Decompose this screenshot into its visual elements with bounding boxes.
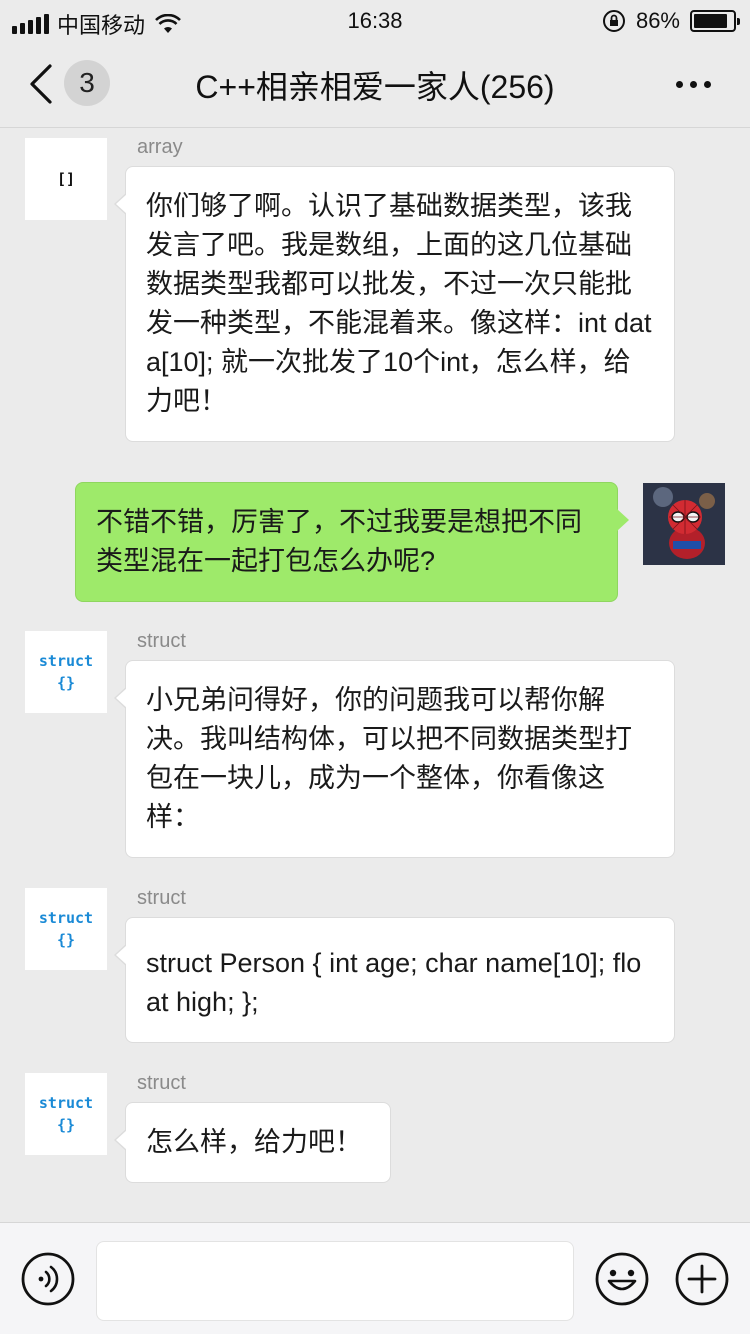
sender-name: array: [137, 136, 183, 158]
more-icon[interactable]: [676, 70, 716, 98]
status-right: 86%: [602, 8, 740, 34]
plus-icon[interactable]: [674, 1251, 730, 1307]
avatar-text: struct{}: [38, 652, 94, 692]
more-dot: [676, 80, 683, 88]
message-bubble[interactable]: 怎么样，给力吧！: [114, 1102, 391, 1183]
emoji-icon[interactable]: [594, 1251, 650, 1307]
battery-percent: 86%: [635, 8, 680, 33]
voice-icon[interactable]: [20, 1251, 76, 1307]
spiderman-avatar[interactable]: [643, 483, 725, 565]
sender-name: struct: [137, 1072, 186, 1094]
more-dot: [704, 80, 711, 88]
battery-fill: [694, 14, 727, 28]
sender-name: struct: [137, 887, 186, 909]
rotation-lock-icon: [602, 10, 625, 32]
avatar-struct[interactable]: struct{}: [25, 631, 107, 713]
avatar-text: []: [56, 170, 76, 188]
more-dot: [690, 80, 697, 88]
message-input[interactable]: [96, 1241, 574, 1321]
avatar-struct[interactable]: struct{}: [25, 1073, 107, 1155]
message-bubble[interactable]: struct Person { int age; char name[10]; …: [114, 917, 675, 1043]
avatar-struct[interactable]: struct{}: [25, 888, 107, 970]
sender-name: struct: [137, 630, 186, 652]
message-bubble-self[interactable]: 不错不错，厉害了，不过我要是想把不同类型混在一起打包怎么办呢?: [75, 482, 629, 602]
chat-area[interactable]: [] array 你们够了啊。认识了基础数据类型，该我发言了吧。我是数组，上面的…: [0, 128, 750, 1222]
nav-bar: 3 C++相亲相爱一家人(256): [0, 40, 750, 128]
chat-title: C++相亲相爱一家人(256): [195, 69, 555, 105]
avatar-array[interactable]: []: [25, 138, 107, 220]
spiderman-icon: [643, 483, 725, 565]
input-bar: [0, 1222, 750, 1334]
status-bar: 中国移动 16:38 86%: [0, 0, 750, 40]
avatar-text: struct{}: [38, 1094, 94, 1134]
avatar-text: struct{}: [38, 909, 94, 949]
message-bubble[interactable]: 你们够了啊。认识了基础数据类型，该我发言了吧。我是数组，上面的这几位基础数据类型…: [114, 166, 675, 442]
message-bubble[interactable]: 小兄弟问得好，你的问题我可以帮你解决。我叫结构体，可以把不同数据类型打包在一块儿…: [114, 660, 675, 858]
battery-icon: [690, 10, 740, 32]
